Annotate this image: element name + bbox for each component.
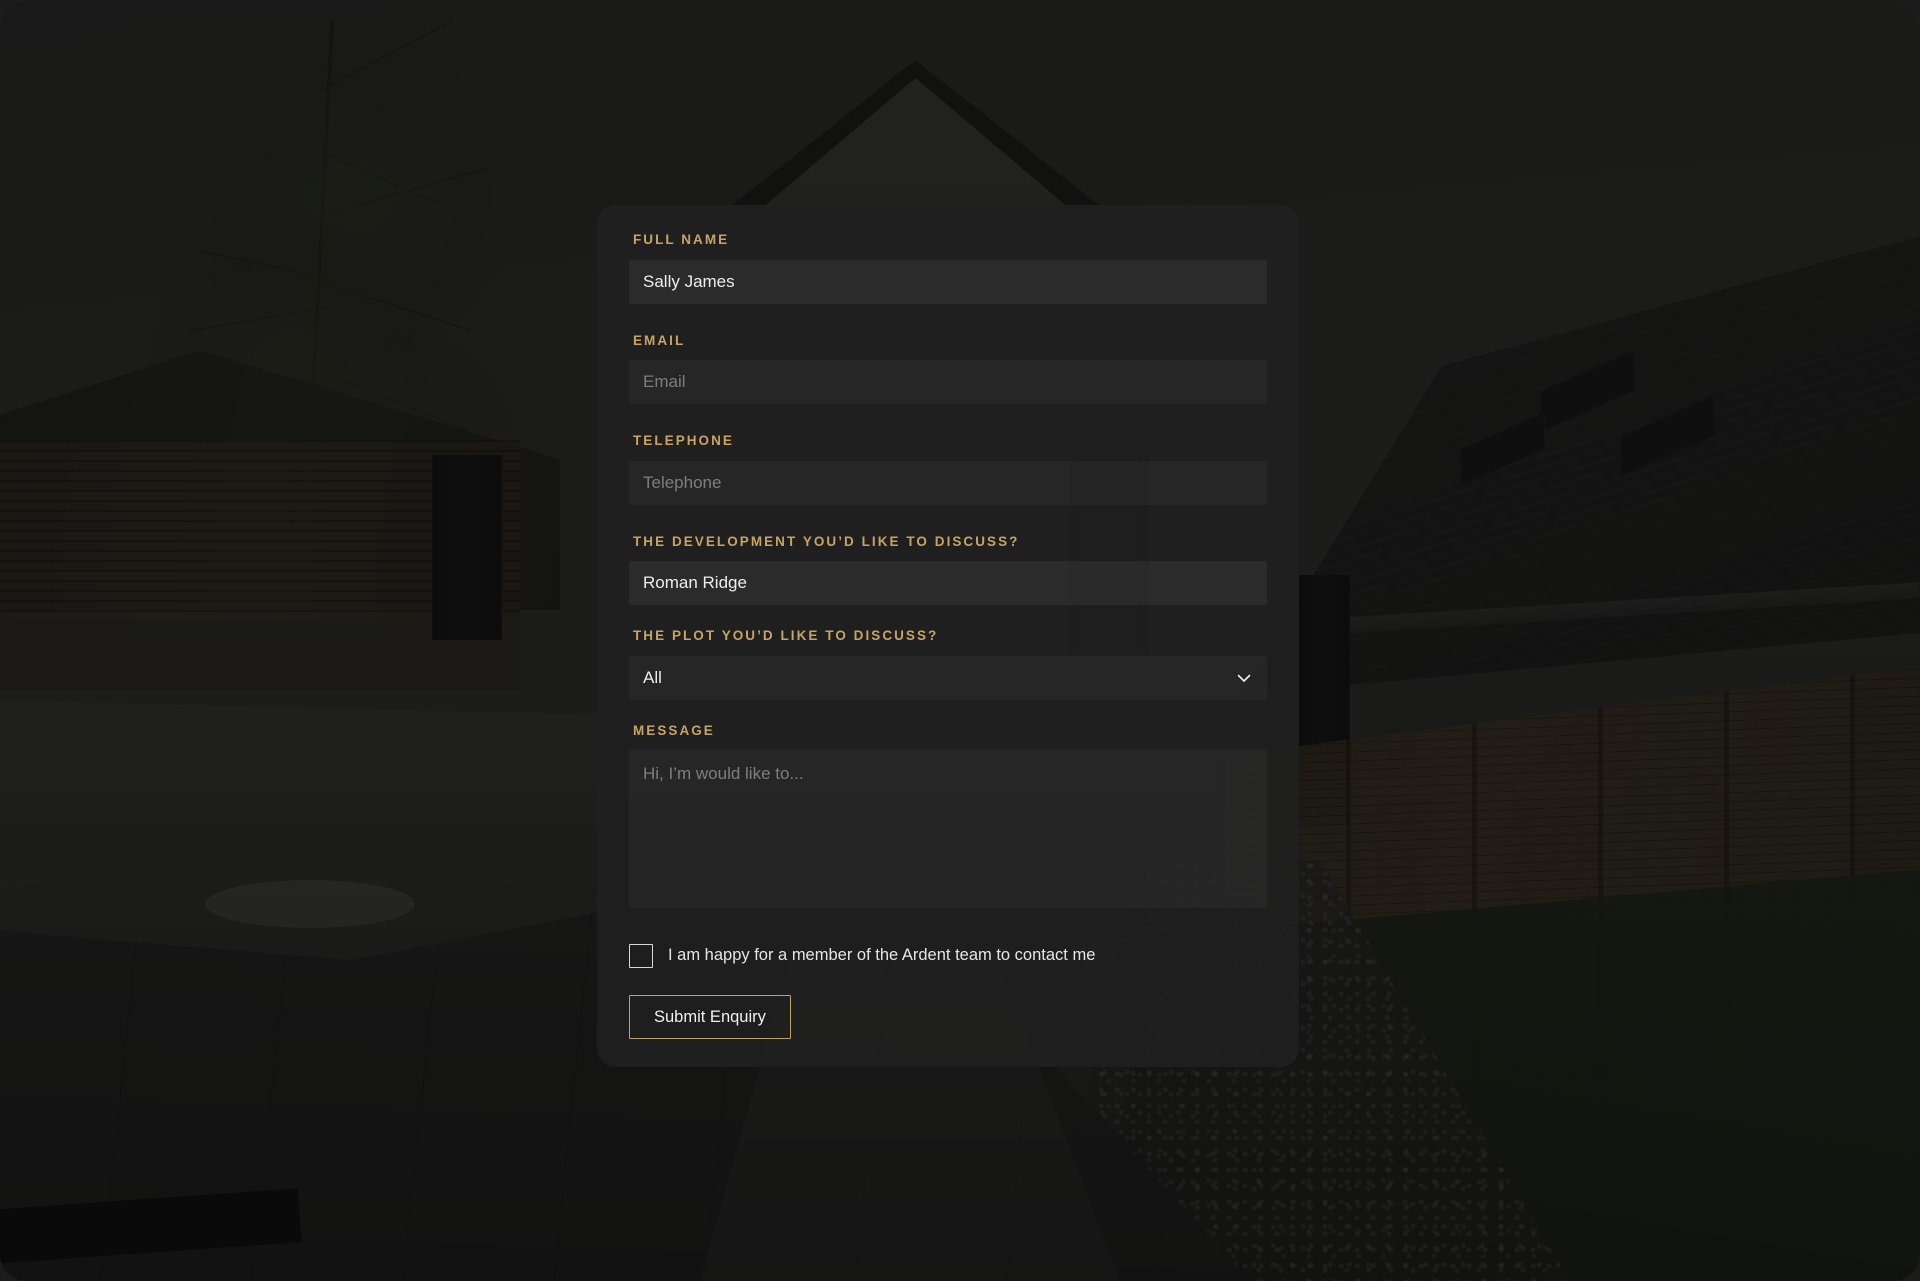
development-input[interactable]: [629, 561, 1267, 605]
message-label: MESSAGE: [633, 722, 715, 738]
field-email: EMAIL: [629, 332, 1267, 404]
page-root: FULL NAME EMAIL TELEPHONE THE DEVELOPMEN…: [0, 0, 1920, 1281]
enquiry-form-card: FULL NAME EMAIL TELEPHONE THE DEVELOPMEN…: [597, 205, 1299, 1067]
email-label: EMAIL: [633, 332, 686, 348]
telephone-label: TELEPHONE: [633, 433, 734, 448]
field-full-name: FULL NAME: [629, 233, 1267, 304]
plot-select-wrapper: All: [629, 656, 1267, 700]
field-development: THE DEVELOPMENT YOU’D LIKE TO DISCUSS?: [629, 533, 1267, 605]
field-message: MESSAGE: [629, 722, 1267, 908]
email-input[interactable]: [629, 360, 1267, 404]
field-telephone: TELEPHONE: [629, 434, 1267, 505]
development-label: THE DEVELOPMENT YOU’D LIKE TO DISCUSS?: [633, 533, 1020, 549]
consent-row: I am happy for a member of the Ardent te…: [629, 944, 1267, 968]
plot-label: THE PLOT YOU’D LIKE TO DISCUSS?: [633, 628, 939, 643]
consent-label: I am happy for a member of the Ardent te…: [668, 946, 1096, 965]
submit-enquiry-button[interactable]: Submit Enquiry: [629, 995, 791, 1039]
telephone-input[interactable]: [629, 460, 1267, 505]
bifold-door-left: [432, 455, 502, 640]
message-textarea[interactable]: [629, 750, 1267, 908]
plot-select[interactable]: All: [629, 656, 1267, 700]
planter-light-pool: [205, 880, 415, 928]
full-name-label: FULL NAME: [633, 232, 730, 247]
full-name-input[interactable]: [629, 259, 1267, 304]
consent-checkbox[interactable]: [629, 944, 653, 968]
field-plot: THE PLOT YOU’D LIKE TO DISCUSS? All: [629, 629, 1267, 700]
